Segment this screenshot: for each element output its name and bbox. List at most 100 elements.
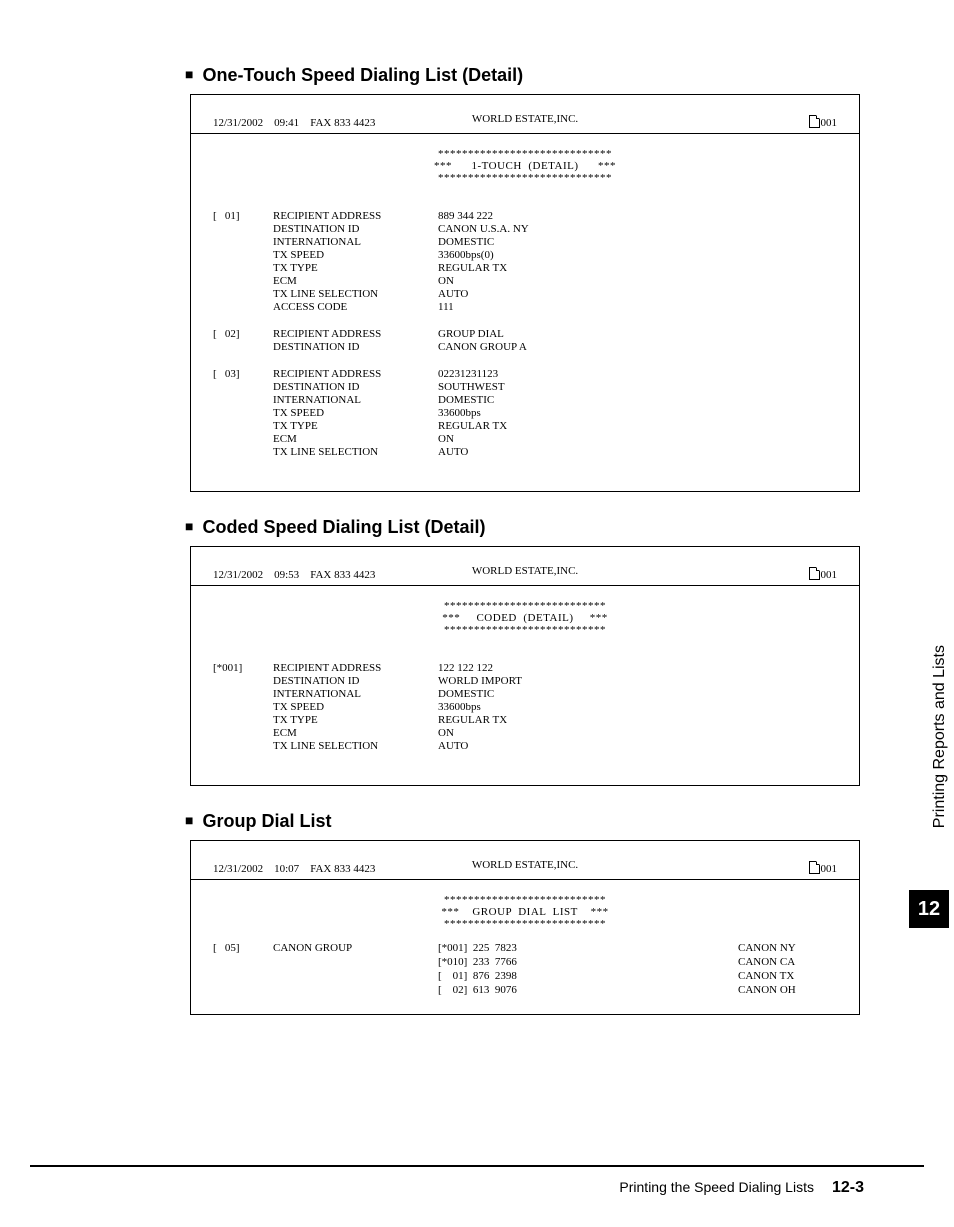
- group-member-name: CANON TX: [738, 970, 794, 982]
- entry-field-label: TX SPEED: [273, 249, 438, 262]
- entry-field-value: 122 122 122: [438, 662, 522, 675]
- entry-row: TX LINE SELECTIONAUTO: [213, 740, 522, 753]
- entry-field-value: DOMESTIC: [438, 236, 529, 249]
- entries-container-onetouch: [ 01]RECIPIENT ADDRESS889 344 222DESTINA…: [213, 210, 837, 459]
- report-header-company: WORLD ESTATE,INC.: [191, 565, 859, 577]
- entry-field-value: 33600bps(0): [438, 249, 529, 262]
- entry-field-value: GROUP DIAL: [438, 328, 527, 341]
- entry-field-value: AUTO: [438, 446, 507, 459]
- entry-table: [ 01]RECIPIENT ADDRESS889 344 222DESTINA…: [213, 210, 529, 314]
- entry-field-label: TX SPEED: [273, 407, 438, 420]
- entry-field-label: DESTINATION ID: [273, 675, 438, 688]
- entry-index: [213, 714, 273, 727]
- group-idx: [213, 970, 273, 982]
- entry-field-label: ECM: [273, 433, 438, 446]
- entry-row: DESTINATION IDCANON GROUP A: [213, 341, 527, 354]
- entry-field-value: ON: [438, 727, 522, 740]
- heading-text: One-Touch Speed Dialing List (Detail): [202, 65, 523, 85]
- entry-field-label: INTERNATIONAL: [273, 688, 438, 701]
- entry-field-label: DESTINATION ID: [273, 381, 438, 394]
- entry-row: TX LINE SELECTIONAUTO: [213, 288, 529, 301]
- entry-field-value: AUTO: [438, 288, 529, 301]
- section-heading-coded: ■ Coded Speed Dialing List (Detail): [30, 517, 924, 538]
- report-header-company: WORLD ESTATE,INC.: [191, 859, 859, 871]
- side-tab-label: Printing Reports and Lists: [931, 645, 949, 828]
- entry-field-label: RECIPIENT ADDRESS: [273, 662, 438, 675]
- entry-row: ECMON: [213, 433, 507, 446]
- group-member-name: CANON OH: [738, 984, 796, 996]
- group-name: CANON GROUP: [273, 942, 438, 954]
- group-member-name: CANON NY: [738, 942, 796, 954]
- entry-field-value: DOMESTIC: [438, 688, 522, 701]
- entry-field-value: 33600bps: [438, 407, 507, 420]
- page-icon: [809, 115, 820, 128]
- separator-line: [191, 585, 859, 586]
- entry-index: [213, 236, 273, 249]
- entry-field-label: TX TYPE: [273, 262, 438, 275]
- page-icon: [809, 861, 820, 874]
- entry-field-value: WORLD IMPORT: [438, 675, 522, 688]
- entry-field-label: ECM: [273, 275, 438, 288]
- group-entries: [ 05]CANON GROUP[*001] 225 7823CANON NY[…: [213, 942, 837, 996]
- entry-index: [213, 675, 273, 688]
- entry-index: [213, 688, 273, 701]
- entry-field-label: TX LINE SELECTION: [273, 446, 438, 459]
- entry-field-label: INTERNATIONAL: [273, 236, 438, 249]
- entry-row: TX SPEED33600bps(0): [213, 249, 529, 262]
- entry-index: [213, 420, 273, 433]
- entry-row: TX SPEED33600bps: [213, 407, 507, 420]
- entry-table: [ 02]RECIPIENT ADDRESSGROUP DIALDESTINAT…: [213, 328, 527, 354]
- group-member-name: CANON CA: [738, 956, 795, 968]
- bullet-icon: ■: [185, 812, 193, 828]
- group-name: [273, 984, 438, 996]
- entry-field-value: 02231231123: [438, 368, 507, 381]
- entry-index: [213, 433, 273, 446]
- report-coded: 12/31/2002 09:53 FAX 833 4423 WORLD ESTA…: [190, 546, 860, 786]
- report-banner: *************************** *** CODED (D…: [213, 600, 837, 636]
- group-member-code: [*001] 225 7823: [438, 942, 738, 954]
- group-member-code: [*010] 233 7766: [438, 956, 738, 968]
- group-idx: [ 05]: [213, 942, 273, 954]
- entry-field-value: AUTO: [438, 740, 522, 753]
- group-name: [273, 956, 438, 968]
- entry-field-label: RECIPIENT ADDRESS: [273, 328, 438, 341]
- entry-field-label: INTERNATIONAL: [273, 394, 438, 407]
- entry-field-label: ECM: [273, 727, 438, 740]
- entry-row: [ 02]RECIPIENT ADDRESSGROUP DIAL: [213, 328, 527, 341]
- entry-index: [213, 727, 273, 740]
- entry-field-label: RECIPIENT ADDRESS: [273, 210, 438, 223]
- footer-page-number: 12-3: [832, 1179, 864, 1197]
- entry-index: [ 01]: [213, 210, 273, 223]
- separator-line: [191, 133, 859, 134]
- entry-row: TX TYPEREGULAR TX: [213, 714, 522, 727]
- entry-index: [ 03]: [213, 368, 273, 381]
- entry-field-value: REGULAR TX: [438, 714, 522, 727]
- entry-row: INTERNATIONALDOMESTIC: [213, 394, 507, 407]
- entry-field-value: SOUTHWEST: [438, 381, 507, 394]
- entry-field-label: TX SPEED: [273, 701, 438, 714]
- entry-row: [ 03]RECIPIENT ADDRESS02231231123: [213, 368, 507, 381]
- group-name: [273, 970, 438, 982]
- entry-row: INTERNATIONALDOMESTIC: [213, 236, 529, 249]
- entry-row: ECMON: [213, 727, 522, 740]
- group-row: [ 05]CANON GROUP[*001] 225 7823CANON NY: [213, 942, 837, 954]
- entry-field-value: ON: [438, 433, 507, 446]
- group-row: [ 01] 876 2398CANON TX: [213, 970, 837, 982]
- entry-index: [213, 740, 273, 753]
- entry-table: [ 03]RECIPIENT ADDRESS02231231123DESTINA…: [213, 368, 507, 459]
- entry-index: [213, 223, 273, 236]
- bullet-icon: ■: [185, 518, 193, 534]
- report-group: 12/31/2002 10:07 FAX 833 4423 WORLD ESTA…: [190, 840, 860, 1015]
- entry-field-value: CANON U.S.A. NY: [438, 223, 529, 236]
- entry-row: TX SPEED33600bps: [213, 701, 522, 714]
- group-member-code: [ 01] 876 2398: [438, 970, 738, 982]
- entry-index: [213, 341, 273, 354]
- entry-index: [213, 701, 273, 714]
- entry-field-value: CANON GROUP A: [438, 341, 527, 354]
- entry-row: [ 01]RECIPIENT ADDRESS889 344 222: [213, 210, 529, 223]
- report-banner: *************************** *** GROUP DI…: [213, 894, 837, 930]
- entry-row: DESTINATION IDCANON U.S.A. NY: [213, 223, 529, 236]
- entry-field-value: 33600bps: [438, 701, 522, 714]
- entry-index: [213, 249, 273, 262]
- entry-index: [213, 394, 273, 407]
